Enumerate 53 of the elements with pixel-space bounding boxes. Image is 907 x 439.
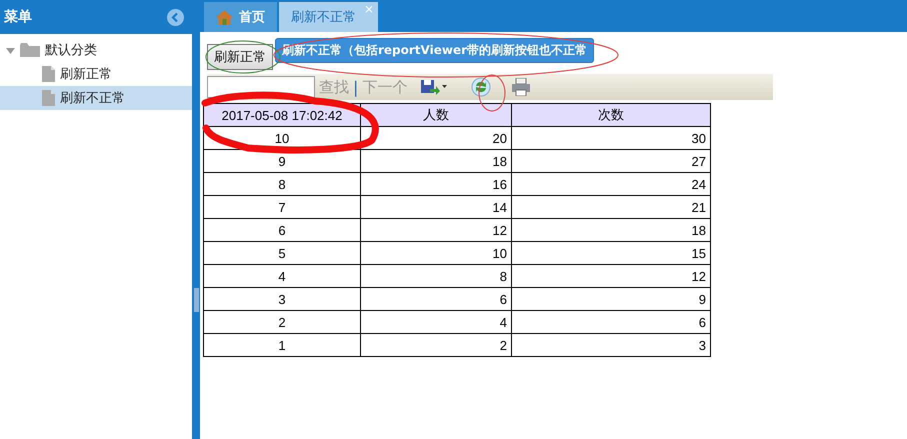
table-cell: 9	[512, 288, 710, 310]
folder-icon	[20, 43, 40, 57]
column-header: 次数	[512, 104, 710, 126]
table-cell: 6	[204, 218, 360, 242]
table-cell: 15	[512, 242, 710, 264]
table-cell: 16	[360, 172, 512, 196]
save-export-icon[interactable]	[421, 79, 448, 95]
table-cell: 8	[360, 264, 512, 288]
table-cell: 2	[204, 310, 360, 334]
table-cell: 7	[204, 196, 360, 218]
table-cell: 27	[512, 150, 710, 172]
refresh-icon[interactable]	[471, 77, 492, 97]
table-cell: 3	[204, 288, 360, 310]
table-cell: 4	[360, 310, 512, 334]
tab[interactable]: 刷新不正常 ×	[279, 2, 378, 32]
table-cell: 18	[360, 150, 512, 172]
tree-item[interactable]: 默认分类	[0, 38, 192, 62]
table-cell: 14	[360, 196, 512, 218]
table-cell: 1	[204, 334, 360, 356]
table-cell: 2	[360, 334, 512, 356]
splitter-handle[interactable]	[194, 288, 198, 312]
next-link[interactable]: 下一个	[362, 78, 408, 96]
table-cell: 8	[204, 172, 360, 196]
table-cell: 18	[512, 218, 710, 242]
table-cell: 10	[360, 242, 512, 264]
table-cell: 10	[204, 126, 360, 150]
find-link[interactable]: 查找	[319, 78, 349, 96]
expand-caret-icon[interactable]	[6, 46, 15, 54]
tree-item[interactable]: 刷新不正常	[0, 86, 192, 110]
table-cell: 12	[512, 264, 710, 288]
table-cell: 24	[512, 172, 710, 196]
house-icon	[216, 10, 233, 24]
table-cell: 6	[512, 310, 710, 334]
toolbar-separator: |	[353, 78, 358, 96]
tab[interactable]: 首页	[204, 2, 277, 32]
action-button[interactable]: 刷新正常	[207, 44, 273, 70]
table-cell: 3	[512, 334, 710, 356]
column-header: 2017-05-08 17:02:42	[204, 104, 360, 126]
table-cell: 6	[360, 288, 512, 310]
table-cell: 9	[204, 150, 360, 172]
table-cell: 12	[360, 218, 512, 242]
table-cell: 20	[360, 126, 512, 150]
table-cell: 30	[512, 126, 710, 150]
document-icon	[42, 66, 55, 82]
sidebar-title: 菜单	[4, 8, 32, 26]
column-header: 人数	[360, 104, 512, 126]
tree-item[interactable]: 刷新正常	[0, 62, 192, 86]
table-cell: 21	[512, 196, 710, 218]
document-icon	[42, 90, 55, 106]
table-cell: 5	[204, 242, 360, 264]
print-icon[interactable]	[511, 78, 532, 96]
collapse-icon[interactable]	[167, 8, 184, 26]
table-cell: 4	[204, 264, 360, 288]
